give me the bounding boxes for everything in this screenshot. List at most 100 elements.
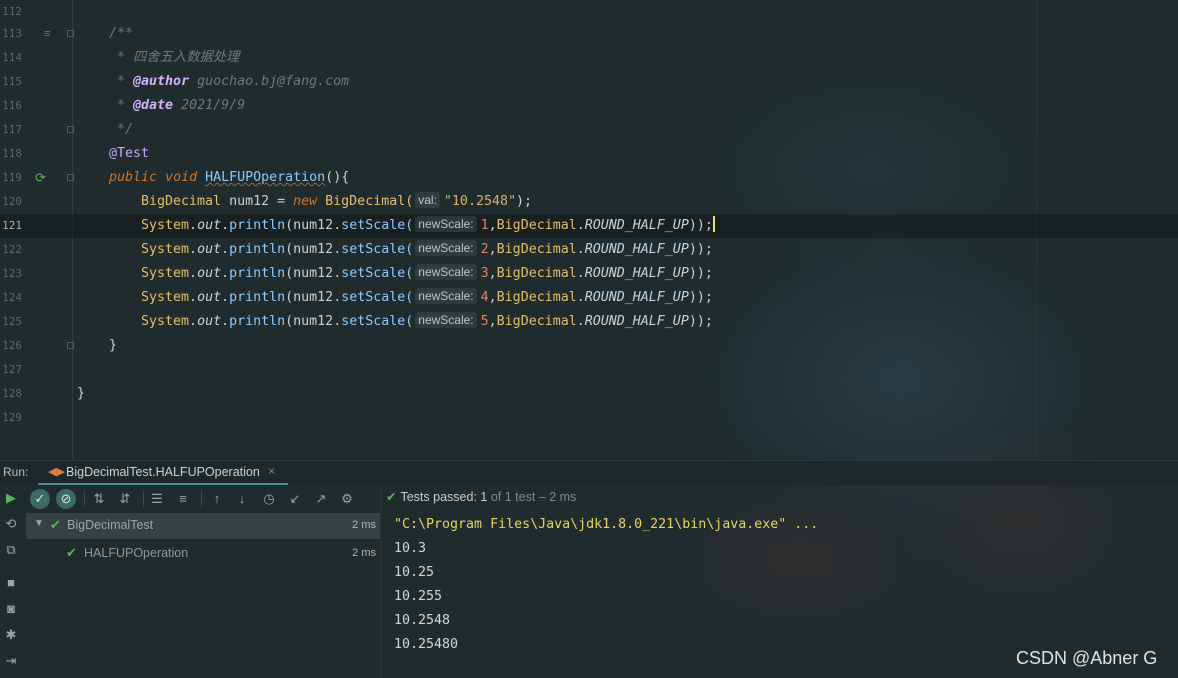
line-number: 120 bbox=[2, 195, 22, 208]
line-number: 121 bbox=[2, 219, 22, 232]
method-signature-tail: (){ bbox=[325, 170, 350, 185]
console-output-line: 10.3 bbox=[394, 541, 427, 556]
scale-value: 2 bbox=[480, 242, 489, 257]
code-line[interactable]: 123 System.out.println(num12.setScale(ne… bbox=[0, 262, 1178, 286]
line-number: 123 bbox=[2, 267, 22, 280]
param-hint: val: bbox=[415, 192, 440, 208]
test-results-tree[interactable]: ▼ ✔ BigDecimalTest 2 ms ✔ HALFUPOperatio… bbox=[26, 513, 380, 678]
scale-value: 4 bbox=[480, 290, 489, 305]
run-test-gutter-icon[interactable]: ⟳ bbox=[35, 166, 46, 190]
status-meta: of 1 test – 2 ms bbox=[490, 490, 577, 504]
javadoc-close: */ bbox=[109, 122, 134, 137]
code-line[interactable]: 112 bbox=[0, 0, 1178, 24]
chevron-down-icon[interactable]: ▼ bbox=[34, 518, 44, 529]
tree-row-test[interactable]: ✔ HALFUPOperation 2 ms bbox=[26, 541, 380, 567]
console-output-line: 10.25480 bbox=[394, 637, 459, 652]
param-hint: newScale: bbox=[415, 312, 477, 328]
keyword-new: new bbox=[293, 194, 318, 209]
scale-value: 5 bbox=[480, 314, 489, 329]
line-number: 119 bbox=[2, 171, 22, 184]
code-line-current[interactable]: 121 System.out.println(num12.setScale(ne… bbox=[0, 214, 1178, 238]
code-line[interactable]: 122 System.out.println(num12.setScale(ne… bbox=[0, 238, 1178, 262]
run-tool-window-header: Run: ◀▶ BigDecimalTest.HALFUPOperation × bbox=[0, 460, 1178, 485]
check-icon: ✔ bbox=[66, 545, 77, 560]
param-hint: newScale: bbox=[415, 240, 477, 256]
toolbar-divider bbox=[84, 491, 85, 507]
statement-end: ); bbox=[515, 194, 532, 209]
code-line[interactable]: 128 } bbox=[0, 382, 1178, 406]
line-number: 126 bbox=[2, 339, 22, 352]
sort-duration-icon[interactable]: ⇵ bbox=[115, 489, 135, 509]
code-editor[interactable]: 112 113 ≡ /** 114 * 四舍五入数据处理 115 * @auth… bbox=[0, 0, 1178, 460]
console-output-line: 10.25 bbox=[394, 565, 435, 580]
code-line[interactable]: 119 ⟳ public void HALFUPOperation(){ bbox=[0, 166, 1178, 190]
fold-marker[interactable] bbox=[67, 30, 74, 37]
check-icon: ✔ bbox=[50, 517, 61, 532]
camera-icon[interactable]: ◙ bbox=[2, 600, 20, 618]
fold-marker[interactable] bbox=[67, 126, 74, 133]
debug-icon[interactable]: ✱ bbox=[2, 626, 20, 644]
toggle-auto-test-icon[interactable]: ⧉ bbox=[2, 541, 20, 559]
code-line[interactable]: 120 BigDecimal num12 = new BigDecimal(va… bbox=[0, 190, 1178, 214]
console-command-line[interactable]: "C:\Program Files\Java\jdk1.8.0_221\bin\… bbox=[394, 513, 818, 537]
keyword-public: public bbox=[109, 170, 158, 185]
code-line[interactable]: 116 * @date 2021/9/9 bbox=[0, 94, 1178, 118]
test-duration: 2 ms bbox=[352, 547, 376, 559]
watermark: CSDN @Abner G bbox=[1016, 648, 1158, 668]
ban-icon[interactable]: ⊘ bbox=[56, 489, 76, 509]
code-line[interactable]: 125 System.out.println(num12.setScale(ne… bbox=[0, 310, 1178, 334]
run-config-tab[interactable]: ◀▶ BigDecimalTest.HALFUPOperation × bbox=[38, 461, 288, 485]
code-line[interactable]: 124 System.out.println(num12.setScale(ne… bbox=[0, 286, 1178, 310]
gear-icon[interactable]: ⚙ bbox=[337, 489, 357, 509]
run-side-toolbar: ▶ ⟲ ⧉ ■ ◙ ✱ ⇥ bbox=[0, 486, 22, 678]
run-label: Run: bbox=[3, 465, 29, 479]
date-tag: @date bbox=[133, 98, 174, 113]
stop-icon[interactable]: ■ bbox=[2, 574, 20, 592]
export-icon[interactable]: ↗ bbox=[311, 489, 331, 509]
status-count: 1 bbox=[480, 490, 488, 504]
test-status-summary: ✔ Tests passed: 1 of 1 test – 2 ms bbox=[386, 489, 576, 504]
panel-divider[interactable] bbox=[380, 486, 381, 678]
import-icon[interactable]: ↙ bbox=[285, 489, 305, 509]
code-line[interactable]: 113 ≡ /** bbox=[0, 22, 1178, 46]
exit-icon[interactable]: ⇥ bbox=[2, 652, 20, 670]
code-line[interactable]: 126 } bbox=[0, 334, 1178, 358]
method-name[interactable]: HALFUPOperation bbox=[205, 170, 325, 185]
rerun-failed-icon[interactable]: ⟲ bbox=[2, 515, 20, 533]
fold-marker[interactable] bbox=[67, 174, 74, 181]
check-icon[interactable]: ✓ bbox=[30, 489, 50, 509]
run-config-icon: ◀▶ bbox=[48, 466, 65, 478]
collapse-all-icon[interactable]: ≡ bbox=[173, 489, 193, 509]
javadoc-description: * 四舍五入数据处理 bbox=[109, 50, 240, 65]
line-number: 129 bbox=[2, 411, 22, 424]
class-close-brace: } bbox=[77, 386, 86, 401]
test-runner-toolbar: ✓ ⊘ ⇅ ⇵ ☰ ≡ ↑ ↓ ◷ ↙ ↗ ⚙ bbox=[26, 486, 378, 512]
tree-row-suite[interactable]: ▼ ✔ BigDecimalTest 2 ms bbox=[26, 513, 380, 539]
code-line[interactable]: 129 bbox=[0, 406, 1178, 430]
doc-render-icon[interactable]: ≡ bbox=[44, 22, 50, 46]
constructor-call: BigDecimal( bbox=[317, 194, 414, 209]
param-hint: newScale: bbox=[415, 216, 477, 232]
history-icon[interactable]: ◷ bbox=[259, 489, 279, 509]
code-line[interactable]: 117 */ bbox=[0, 118, 1178, 142]
expand-all-icon[interactable]: ☰ bbox=[147, 489, 167, 509]
scale-value: 3 bbox=[480, 266, 489, 281]
test-annotation: @Test bbox=[109, 146, 150, 161]
play-icon[interactable]: ▶ bbox=[2, 489, 20, 507]
code-line[interactable]: 118 @Test bbox=[0, 142, 1178, 166]
fold-marker[interactable] bbox=[67, 342, 74, 349]
line-number: 122 bbox=[2, 243, 22, 256]
run-tab-title: BigDecimalTest.HALFUPOperation bbox=[66, 465, 260, 479]
arrow-up-icon[interactable]: ↑ bbox=[207, 489, 227, 509]
toolbar-divider bbox=[201, 491, 202, 507]
code-line[interactable]: 127 bbox=[0, 358, 1178, 382]
arrow-down-icon[interactable]: ↓ bbox=[232, 489, 252, 509]
line-number: 115 bbox=[2, 75, 22, 88]
sort-alpha-icon[interactable]: ⇅ bbox=[89, 489, 109, 509]
close-icon[interactable]: × bbox=[268, 464, 275, 478]
scale-value: 1 bbox=[480, 218, 489, 233]
text-caret bbox=[712, 216, 715, 232]
line-number: 117 bbox=[2, 123, 22, 136]
code-line[interactable]: 115 * @author guochao.bj@fang.com bbox=[0, 70, 1178, 94]
code-line[interactable]: 114 * 四舍五入数据处理 bbox=[0, 46, 1178, 70]
